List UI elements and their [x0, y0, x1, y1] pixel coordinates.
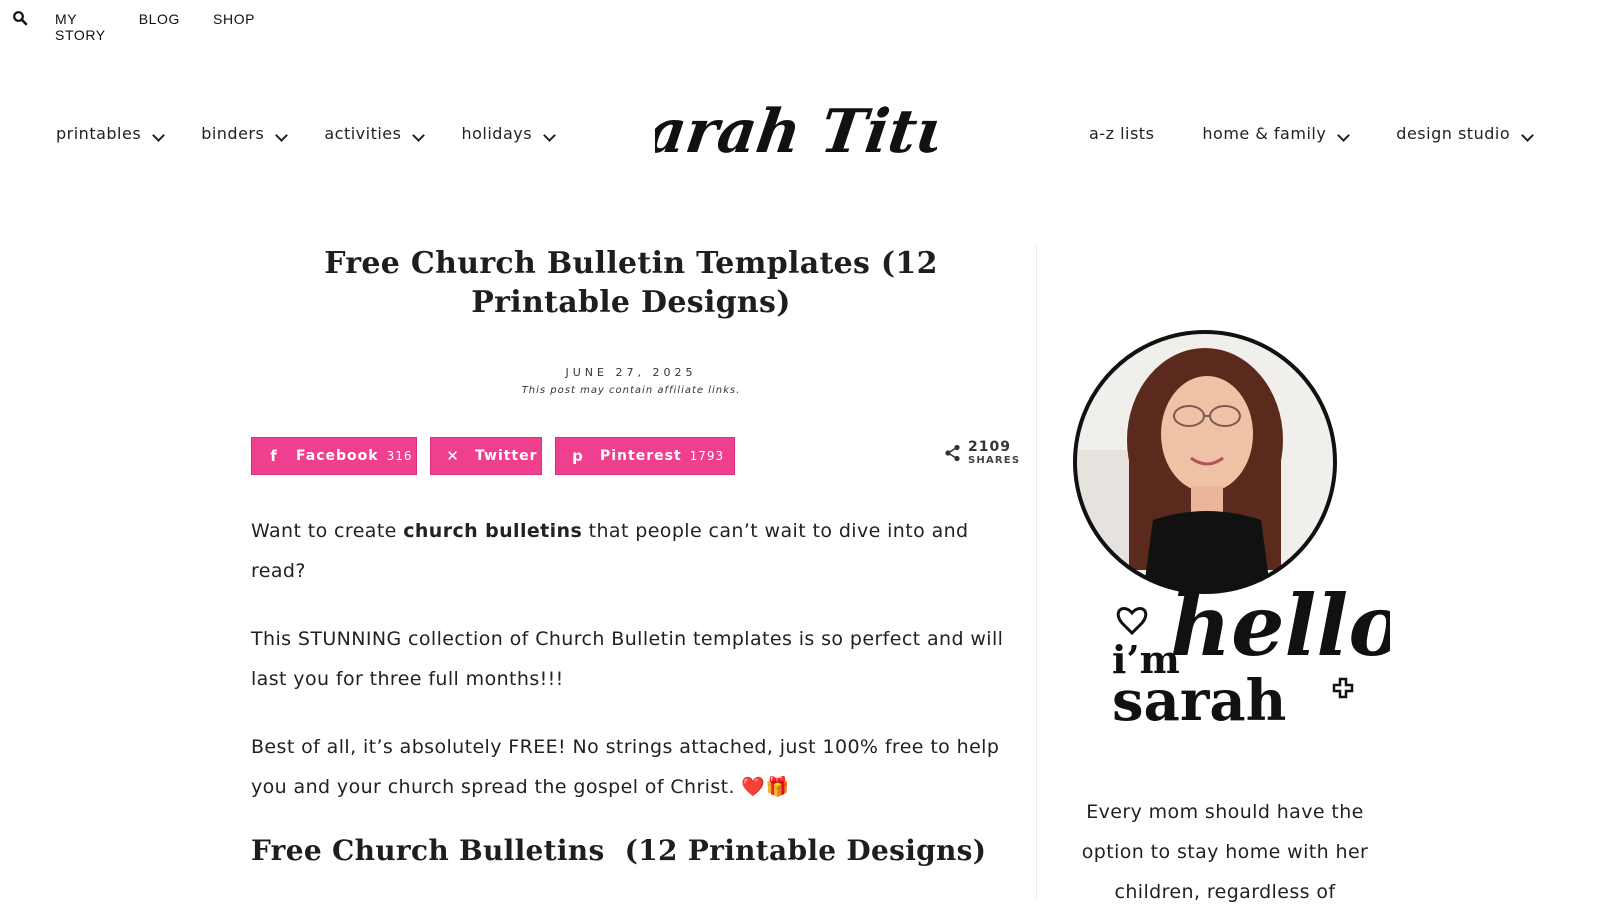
chevron-down-icon	[1337, 128, 1351, 142]
heart-icon	[1116, 607, 1148, 636]
twitter-share-button[interactable]: ✕ Twitter	[430, 437, 542, 475]
bold-keyword: church bulletins	[403, 520, 583, 542]
text: Want to create	[251, 520, 404, 542]
nav-item-holidays[interactable]: holidays	[461, 124, 556, 143]
nav-item-a-z-lists[interactable]: a-z lists	[1089, 124, 1154, 143]
share-icon	[945, 444, 960, 462]
pinterest-count: 1793	[689, 449, 725, 463]
pinterest-share-button[interactable]: p Pinterest 1793	[555, 437, 735, 475]
nav-item-activities[interactable]: activities	[324, 124, 426, 143]
top-links: MY STORY BLOG SHOP	[55, 11, 288, 43]
chevron-down-icon	[543, 128, 556, 142]
paragraph: Best of all, it’s absolutely FREE! No st…	[251, 736, 1000, 798]
main-nav-left: printables binders activities holidays	[56, 124, 592, 143]
post-date: JUNE 27, 2025	[565, 366, 697, 379]
nav-item-design-studio[interactable]: design studio	[1396, 124, 1534, 143]
nav-item-home-family[interactable]: home & family	[1202, 124, 1351, 143]
main-nav-right: a-z lists home & family design studio	[1089, 124, 1580, 143]
top-link-blog[interactable]: BLOG	[139, 11, 180, 43]
x-icon: ✕	[446, 447, 460, 465]
chevron-down-icon	[275, 128, 289, 142]
share-bar: f Facebook 316 ✕ Twitter p Pinterest 179…	[251, 437, 1021, 477]
top-link-shop[interactable]: SHOP	[213, 11, 255, 43]
paragraph: This STUNNING collection of Church Bulle…	[251, 628, 1004, 690]
chevron-down-icon	[412, 128, 426, 142]
twitter-label: Twitter	[475, 448, 538, 464]
nav-item-printables[interactable]: printables	[56, 124, 166, 143]
pinterest-label: Pinterest	[600, 448, 682, 464]
sparkle-icon	[1332, 677, 1354, 699]
nav-label: a-z lists	[1089, 124, 1155, 143]
pinterest-icon: p	[572, 447, 584, 465]
facebook-label: Facebook	[296, 448, 379, 464]
nav-item-binders[interactable]: binders	[201, 124, 289, 143]
top-link-my-story[interactable]: MY STORY	[55, 11, 106, 43]
chevron-down-icon	[1521, 128, 1534, 142]
total-shares: 2109 SHARES	[944, 439, 1020, 467]
section-heading: Free Church Bulletins (12 Printable Desi…	[251, 834, 987, 867]
affiliate-disclaimer: This post may contain affiliate links.	[521, 385, 741, 396]
nav-label: home & family	[1202, 124, 1327, 143]
chevron-down-icon	[152, 128, 166, 142]
post-title: Free Church Bulletin Templates (12 Print…	[324, 246, 938, 320]
site-logo[interactable]: Sarah Titus	[655, 82, 937, 178]
search-icon[interactable]	[12, 10, 28, 26]
nav-label: design studio	[1396, 124, 1511, 143]
facebook-icon: f	[270, 447, 278, 465]
paragraph: Want to create church bulletins that peo…	[251, 511, 1021, 591]
nav-label: holidays	[461, 124, 533, 143]
sidebar-intro: Every mom should have the option to stay…	[1081, 801, 1369, 903]
article-body: Want to create church bulletins that peo…	[251, 511, 1021, 835]
nav-label: activities	[324, 124, 402, 143]
sidebar-divider	[1036, 244, 1037, 900]
hello-text: hello	[1170, 576, 1390, 675]
total-shares-label: SHARES	[968, 455, 1021, 466]
sarah-text: sarah	[1112, 668, 1286, 734]
hello-im-sarah-graphic: hello i’m sarah	[1112, 576, 1390, 734]
facebook-count: 316	[386, 449, 413, 463]
facebook-share-button[interactable]: f Facebook 316	[251, 437, 417, 475]
nav-label: printables	[56, 124, 142, 143]
nav-label: binders	[201, 124, 265, 143]
article-header: Free Church Bulletin Templates (12 Print…	[251, 244, 1011, 396]
svg-text:Sarah Titus: Sarah Titus	[655, 96, 937, 167]
total-shares-count: 2109	[968, 439, 1011, 455]
